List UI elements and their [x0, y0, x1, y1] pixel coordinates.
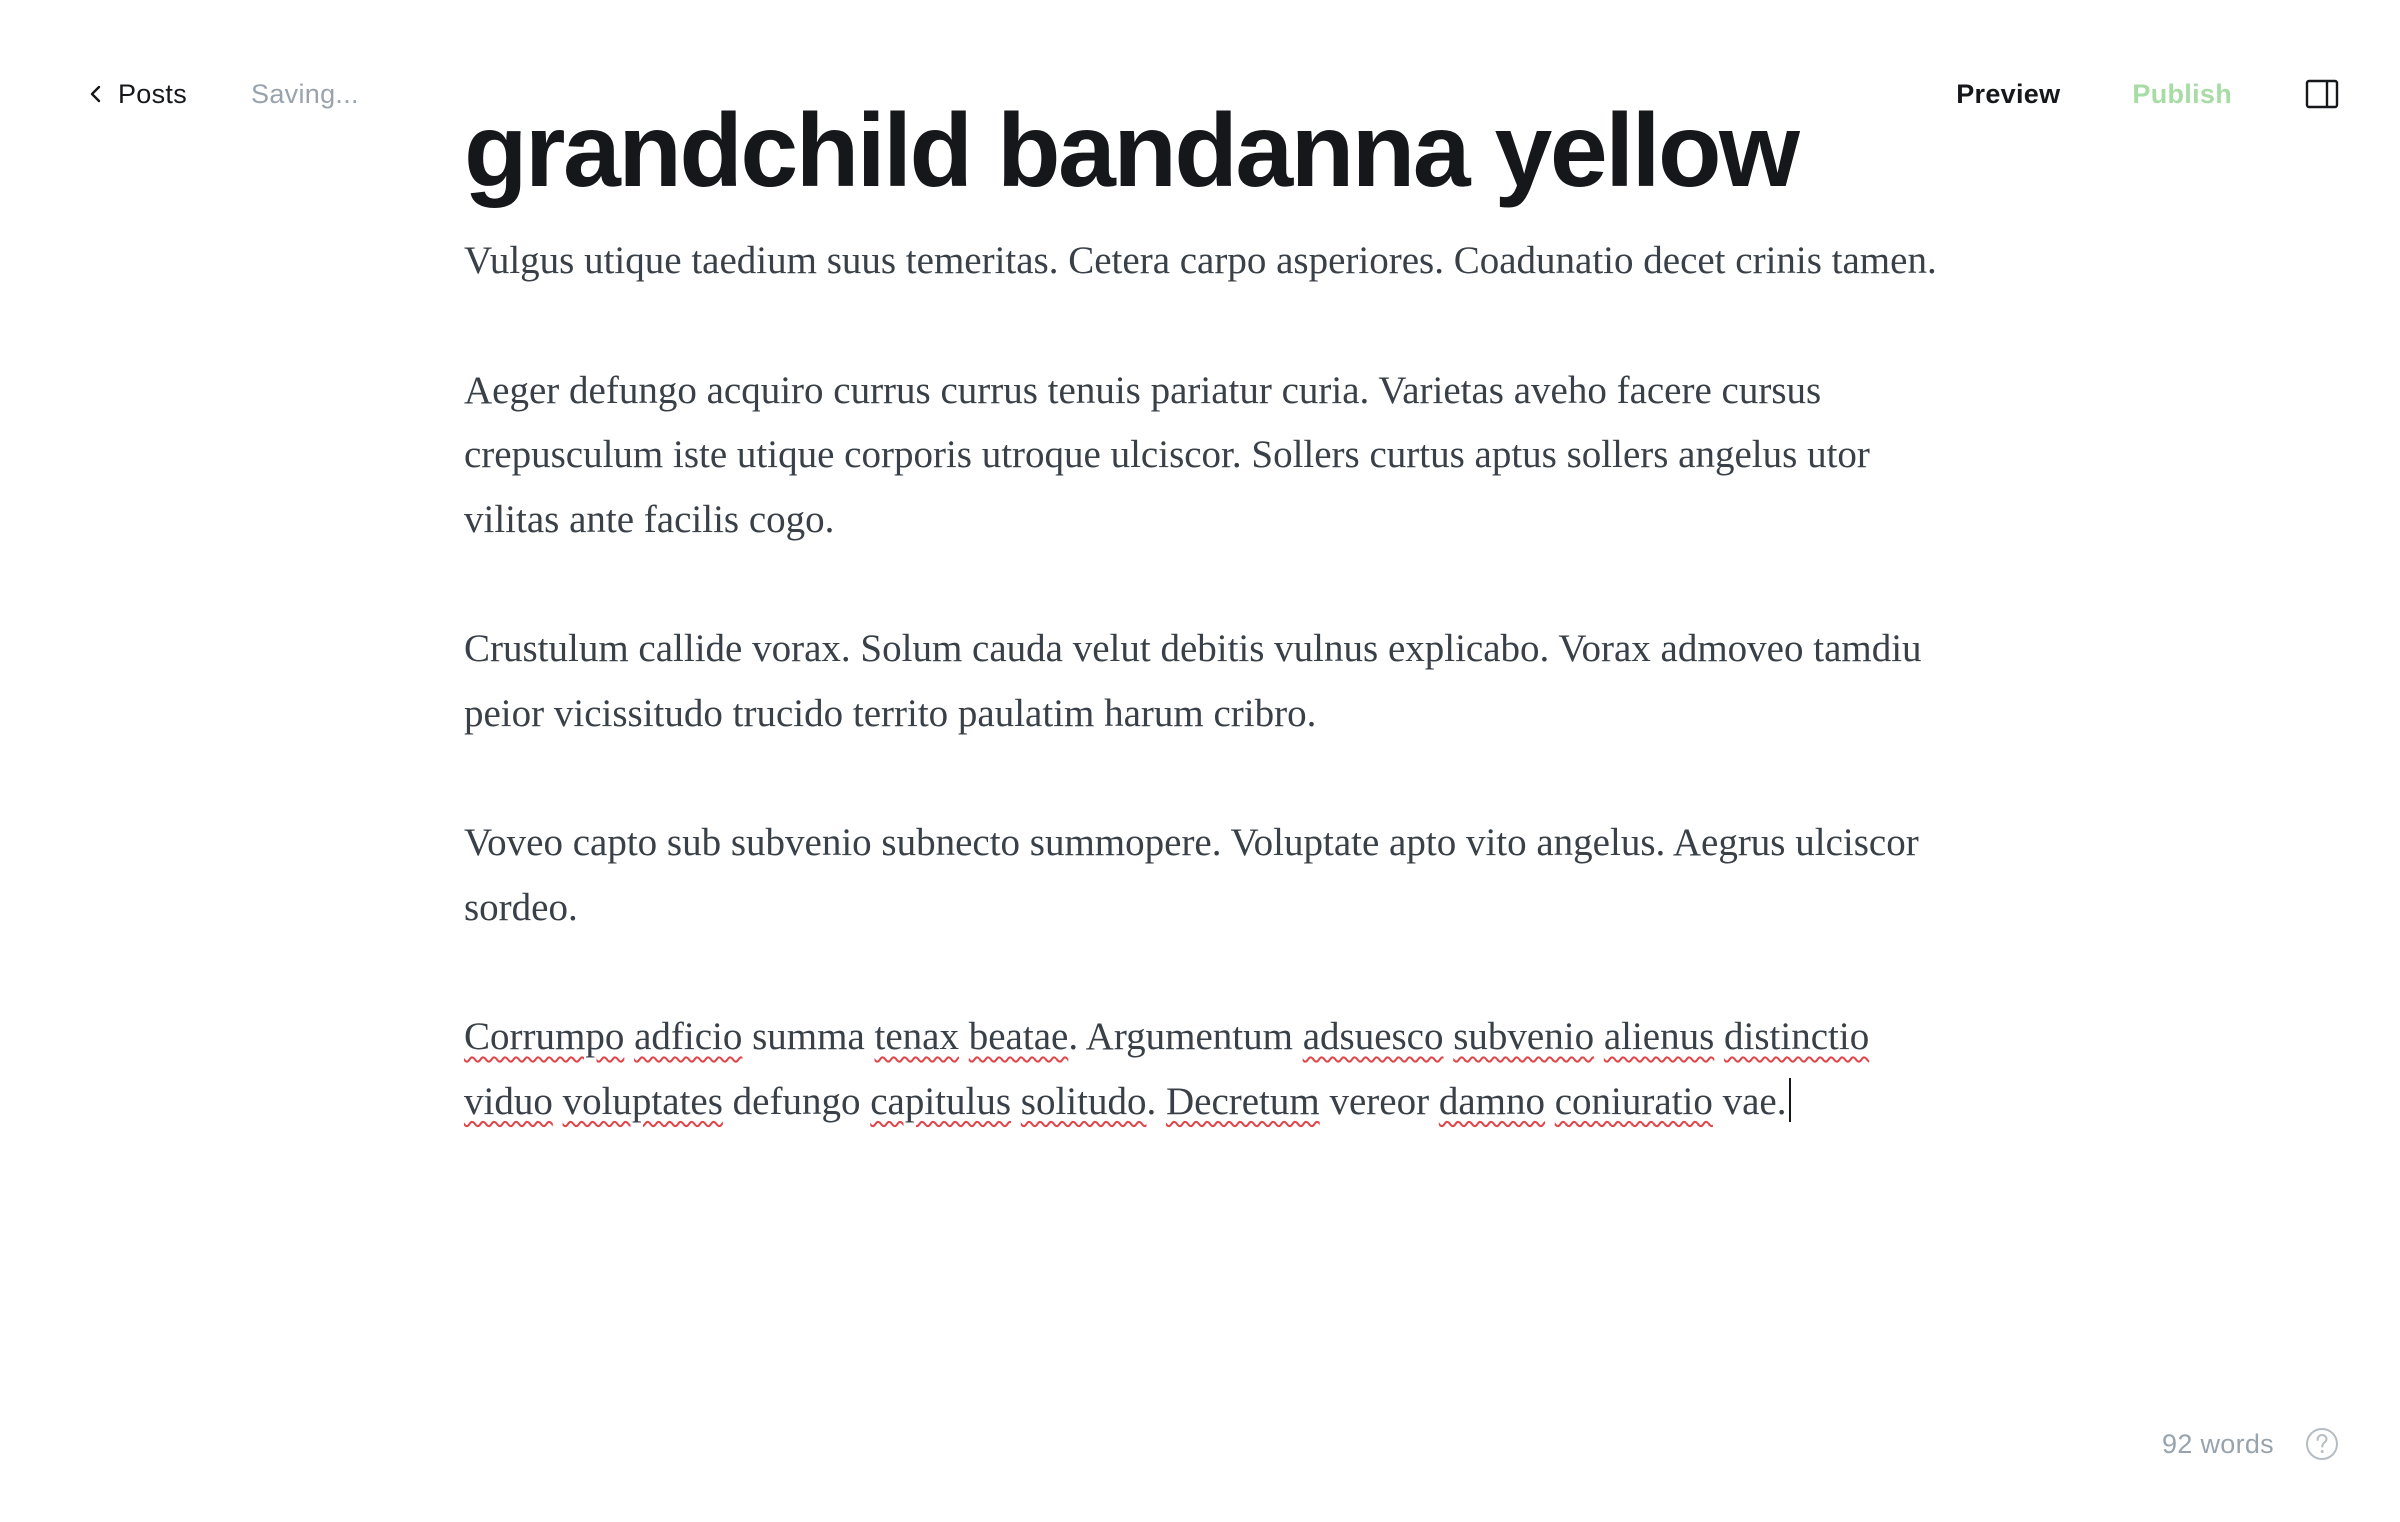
text-segment: . Argumentum	[1068, 1015, 1303, 1058]
editor-footer: 92 words	[2162, 1422, 2340, 1466]
text-segment	[1594, 1015, 1604, 1058]
chevron-left-icon	[90, 85, 101, 103]
paragraph[interactable]: Crustulum callide vorax. Solum cauda vel…	[464, 617, 1944, 746]
text-segment	[553, 1080, 563, 1123]
misspelled-word: alienus	[1603, 1015, 1715, 1058]
publish-button[interactable]: Publish	[2132, 79, 2232, 110]
post-editor[interactable]: grandchild bandanna yellow Vulgus utique…	[464, 95, 1944, 1199]
misspelled-word: damno	[1438, 1079, 1545, 1123]
text-segment	[1545, 1080, 1555, 1123]
sidebar-toggle-button[interactable]	[2304, 78, 2340, 110]
help-circle-icon	[2306, 1428, 2338, 1460]
text-segment	[959, 1015, 969, 1058]
text-segment	[1444, 1015, 1454, 1058]
misspelled-word: tenax	[874, 1015, 959, 1058]
misspelled-word: subvenio	[1453, 1015, 1595, 1058]
save-status: Saving...	[251, 78, 359, 109]
post-title[interactable]: grandchild bandanna yellow	[464, 95, 1944, 207]
text-segment	[1714, 1015, 1724, 1058]
misspelled-word: capitulus	[870, 1079, 1012, 1123]
misspelled-word: adficio	[634, 1015, 743, 1058]
paragraph[interactable]: Aeger defungo acquiro currus currus tenu…	[464, 359, 1944, 553]
word-count: 92 words	[2162, 1428, 2274, 1459]
editor-header-left: Posts Saving...	[86, 70, 359, 118]
paragraph[interactable]: Voveo capto sub subvenio subnecto summop…	[464, 811, 1944, 940]
text-segment: vereor	[1319, 1079, 1439, 1123]
text-segment: .	[1146, 1079, 1166, 1123]
preview-button[interactable]: Preview	[1956, 79, 2060, 110]
back-to-posts-link[interactable]: Posts	[86, 79, 187, 110]
misspelled-word: Decretum	[1165, 1079, 1320, 1123]
help-button[interactable]	[2304, 1426, 2340, 1462]
misspelled-word: viduo	[464, 1079, 553, 1123]
misspelled-word: Corrumpo	[464, 1015, 625, 1058]
paragraph[interactable]: Vulgus utique taedium suus temeritas. Ce…	[464, 229, 1944, 294]
text-cursor	[1788, 1077, 1791, 1122]
misspelled-word: distinctio	[1724, 1015, 1870, 1058]
paragraph-text: Corrumpo adficio summa tenax beatae. Arg…	[464, 1015, 1869, 1123]
editor-header-right: Preview Publish	[1956, 70, 2340, 118]
text-segment	[624, 1015, 634, 1058]
sidebar-toggle-icon	[2305, 79, 2339, 109]
misspelled-word: beatae	[968, 1015, 1069, 1058]
misspelled-word: adsuesco	[1302, 1015, 1444, 1058]
text-segment: summa	[742, 1015, 875, 1058]
text-segment: defungo	[722, 1079, 871, 1123]
misspelled-word: coniuratio	[1554, 1079, 1713, 1123]
text-segment: vae.	[1712, 1079, 1787, 1123]
misspelled-word: solitudo	[1020, 1079, 1147, 1123]
paragraph-active[interactable]: Corrumpo adficio summa tenax beatae. Arg…	[464, 1005, 1944, 1134]
text-segment	[1011, 1080, 1021, 1123]
misspelled-word: voluptates	[562, 1079, 723, 1123]
post-body[interactable]: Vulgus utique taedium suus temeritas. Ce…	[464, 229, 1944, 1134]
back-label: Posts	[118, 78, 188, 109]
